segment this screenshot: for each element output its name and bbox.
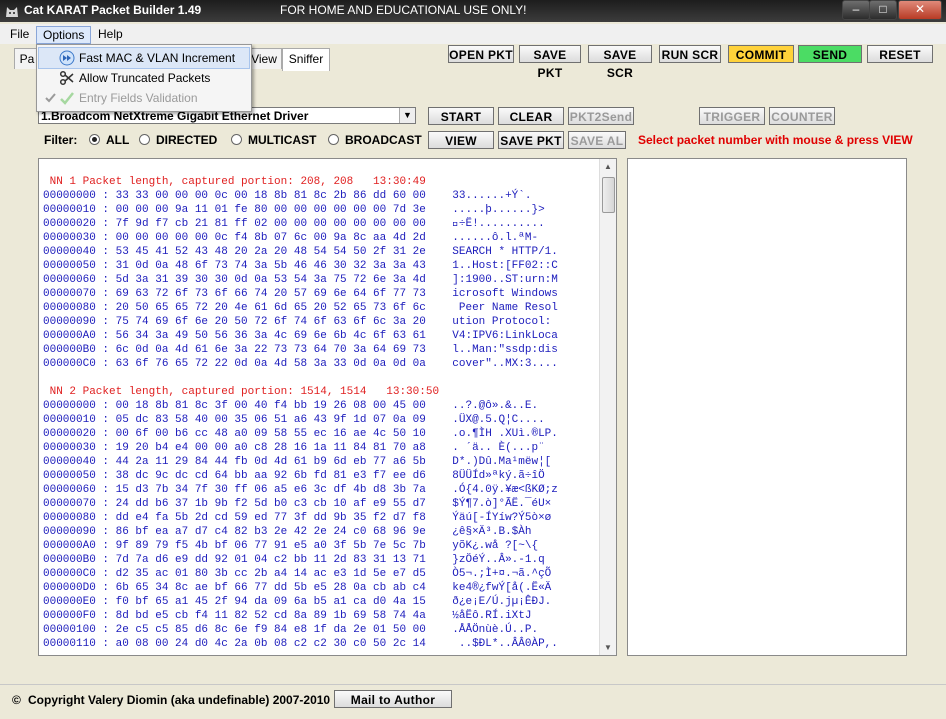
mail-to-author-button[interactable]: Mail to Author [334, 690, 452, 708]
hex-dump-line: 00000000 : 33 33 00 00 00 0c 00 18 8b 81… [43, 190, 532, 202]
hex-dump-line: 000000C0 : d2 35 ac 01 80 3b cc 2b a4 14… [43, 568, 552, 580]
hex-dump-line: 00000020 : 7f 9d f7 cb 21 81 ff 02 00 00… [43, 218, 545, 230]
cat-app-icon [6, 7, 18, 17]
hex-dump-line: 00000020 : 00 6f 00 b6 cc 48 a0 09 58 55… [43, 428, 558, 440]
hex-dump-line: 00000100 : 2e c5 c5 85 d6 8c 6e f9 84 e8… [43, 624, 539, 636]
hex-dump-line: 00000050 : 31 0d 0a 48 6f 73 74 3a 5b 46… [43, 260, 558, 272]
start-button[interactable]: START [428, 107, 494, 125]
hex-dump-line: 000000B0 : 6c 0d 0a 4d 61 6e 3a 22 73 73… [43, 344, 558, 356]
hex-dump-line: 00000010 : 00 00 00 9a 11 01 fe 80 00 00… [43, 204, 545, 216]
hex-dump-line: 00000070 : 69 63 72 6f 73 6f 66 74 20 57… [43, 288, 558, 300]
hex-dump-line: 00000030 : 00 00 00 00 00 0c f4 8b 07 6c… [43, 232, 539, 244]
packet-dump-text[interactable]: NN 1 Packet length, captured portion: 20… [43, 175, 558, 651]
open-pkt-button[interactable]: OPEN PKT [448, 45, 514, 63]
tab-sniffer[interactable]: Sniffer [282, 48, 330, 71]
hex-dump-line: 000000C0 : 63 6f 76 65 72 22 0d 0a 4d 58… [43, 358, 558, 370]
window-subtitle: FOR HOME AND EDUCATIONAL USE ONLY! [280, 3, 527, 17]
checkmark-icon [45, 93, 56, 103]
send-button[interactable]: SEND [798, 45, 862, 63]
application-window: Cat KARAT Packet Builder 1.49 FOR HOME A… [0, 0, 946, 719]
close-button[interactable]: ✕ [898, 0, 942, 20]
trigger-button[interactable]: TRIGGER [699, 107, 765, 125]
menu-item-label: Entry Fields Validation [79, 91, 198, 105]
filter-all-radio[interactable] [89, 134, 100, 145]
hex-dump-line: 000000A0 : 9f 89 79 f5 4b bf 06 77 91 e5… [43, 540, 539, 552]
hex-dump-line: 000000D0 : 6b 65 34 8c ae bf 66 77 dd 5b… [43, 582, 552, 594]
packet-header[interactable]: NN 1 Packet length, captured portion: 20… [43, 175, 558, 189]
menu-file[interactable]: File [4, 26, 35, 42]
hex-dump-line: 00000090 : 86 bf ea a7 d7 c4 82 b3 2e 42… [43, 526, 532, 538]
vertical-scrollbar[interactable]: ▲ ▼ [599, 159, 616, 655]
hex-dump-line: 00000040 : 53 45 41 52 43 48 20 2a 20 48… [43, 246, 558, 258]
save-pkt-button[interactable]: SAVE PKT [519, 45, 581, 80]
scissors-icon [59, 70, 74, 86]
filter-broadcast-label[interactable]: BROADCAST [345, 133, 422, 147]
hex-dump-line: 000000B0 : 7d 7a d6 e9 dd 92 01 04 c2 bb… [43, 554, 545, 566]
scroll-up-icon[interactable]: ▲ [604, 162, 612, 171]
title-bar[interactable]: Cat KARAT Packet Builder 1.49 FOR HOME A… [0, 0, 946, 22]
filter-multicast-label[interactable]: MULTICAST [248, 133, 316, 147]
pkt2send-button[interactable]: PKT2Send [568, 107, 634, 125]
hex-dump-line: 00000090 : 75 74 69 6f 6e 20 50 72 6f 74… [43, 316, 558, 328]
menu-item-allow-truncated[interactable]: Allow Truncated Packets [39, 68, 249, 88]
packet-separator [43, 371, 558, 385]
window-title: Cat KARAT Packet Builder 1.49 [24, 3, 202, 17]
save-al-button[interactable]: SAVE AL [568, 131, 626, 149]
hex-dump-line: 00000010 : 05 dc 83 58 40 00 35 06 51 a6… [43, 414, 545, 426]
hex-dump-line: 00000040 : 44 2a 11 29 84 44 fb 0d 4d 61… [43, 456, 552, 468]
hex-dump-line: 000000F0 : 8d bd e5 cb f4 11 82 52 cd 8a… [43, 610, 532, 622]
footer: © Copyright Valery Diomin (aka undefinab… [0, 684, 946, 719]
filter-multicast-radio[interactable] [231, 134, 242, 145]
minimize-button[interactable]: – [842, 0, 870, 20]
filter-directed-label[interactable]: DIRECTED [156, 133, 217, 147]
menu-item-fast-mac-vlan[interactable]: Fast MAC & VLAN Increment [38, 47, 250, 69]
hex-dump-line: 00000110 : a0 08 00 24 d0 4c 2a 0b 08 c2… [43, 638, 558, 650]
view-button[interactable]: VIEW [428, 131, 494, 149]
hint-text: Select packet number with mouse & press … [638, 133, 913, 147]
save-scr-button[interactable]: SAVE SCR [588, 45, 652, 80]
packet-dump-panel[interactable]: NN 1 Packet length, captured portion: 20… [38, 158, 617, 656]
options-dropdown-menu: Fast MAC & VLAN Increment Allow Truncate… [36, 44, 252, 112]
scrollbar-thumb[interactable] [602, 177, 615, 213]
hex-dump-line: 000000E0 : f0 bf 65 a1 45 2f 94 da 09 6a… [43, 596, 552, 608]
fast-forward-icon [59, 50, 75, 66]
hex-dump-line: 00000070 : 24 dd b6 37 1b 9b f2 5d b0 c3… [43, 498, 552, 510]
menu-help[interactable]: Help [92, 26, 129, 42]
menu-bar: File Options Help [0, 24, 946, 44]
filter-all-label[interactable]: ALL [106, 133, 129, 147]
hex-dump-line: 00000030 : 19 20 b4 e4 00 00 a0 c8 28 16… [43, 442, 545, 454]
menu-options[interactable]: Options [36, 26, 92, 44]
hex-dump-line: 00000080 : dd e4 fa 5b 2d cd 59 ed 77 3f… [43, 512, 552, 524]
run-scr-button[interactable]: RUN SCR [659, 45, 721, 63]
hex-dump-line: 00000060 : 5d 3a 31 39 30 30 0d 0a 53 54… [43, 274, 558, 286]
packet-detail-panel[interactable] [627, 158, 907, 656]
hex-dump-line: 000000A0 : 56 34 3a 49 50 56 36 3a 4c 69… [43, 330, 558, 342]
copyright-text: Copyright Valery Diomin (aka undefinable… [28, 693, 331, 707]
save-pkt-sniffer-button[interactable]: SAVE PKT [498, 131, 564, 149]
clear-button[interactable]: CLEAR [498, 107, 564, 125]
filter-label: Filter: [44, 133, 78, 147]
hex-dump-line: 00000050 : 38 dc 9c dc cd 64 bb aa 92 6b… [43, 470, 545, 482]
maximize-button[interactable]: □ [869, 0, 897, 20]
menu-item-label: Allow Truncated Packets [79, 71, 211, 85]
packet-header[interactable]: NN 2 Packet length, captured portion: 15… [43, 385, 558, 399]
hex-dump-line: 00000000 : 00 18 8b 81 8c 3f 00 40 f4 bb… [43, 400, 539, 412]
checkmark-icon [60, 92, 74, 105]
counter-button[interactable]: COUNTER [769, 107, 835, 125]
reset-button[interactable]: RESET [867, 45, 933, 63]
hex-dump-line: 00000080 : 20 50 65 65 72 20 4e 61 6d 65… [43, 302, 558, 314]
menu-item-entry-validation[interactable]: Entry Fields Validation [39, 88, 249, 108]
scroll-down-icon[interactable]: ▼ [604, 643, 612, 652]
menu-item-label: Fast MAC & VLAN Increment [79, 51, 236, 65]
filter-directed-radio[interactable] [139, 134, 150, 145]
hex-dump-line: 00000060 : 15 d3 7b 34 7f 30 ff 06 a5 e6… [43, 484, 558, 496]
copyright-icon: © [12, 693, 21, 707]
commit-button[interactable]: COMMIT [728, 45, 794, 63]
filter-broadcast-radio[interactable] [328, 134, 339, 145]
chevron-down-icon[interactable]: ▼ [399, 108, 415, 123]
